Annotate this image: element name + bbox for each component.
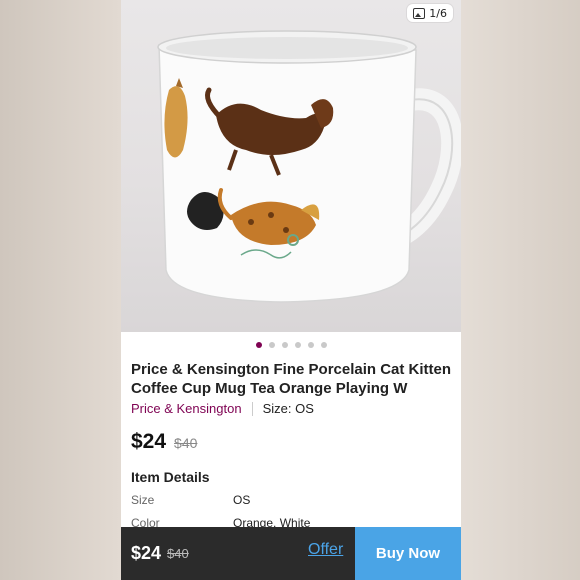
carousel-dot[interactable] — [307, 342, 314, 348]
price-row: $24 $40 — [131, 430, 197, 454]
carousel-dot[interactable] — [320, 342, 327, 348]
original-price: $40 — [174, 435, 198, 451]
carousel-dot[interactable] — [255, 342, 262, 348]
detail-value: OS — [233, 493, 251, 507]
carousel-dot[interactable] — [294, 342, 301, 348]
background-left — [0, 0, 121, 580]
meta-divider — [251, 401, 253, 416]
photo-counter: 1/6 — [407, 4, 453, 22]
carousel-dot[interactable] — [268, 342, 275, 348]
carousel-dot[interactable] — [281, 342, 288, 348]
offer-button[interactable]: Offer — [308, 541, 343, 559]
photo-counter-text: 1/6 — [429, 6, 447, 20]
bottom-action-bar: $24 $40 Offer Buy Now — [121, 527, 461, 580]
mug-illustration — [157, 30, 461, 303]
listing-price: $24 — [131, 430, 167, 453]
listing-meta: Price & Kensington Size: OS — [131, 401, 314, 416]
product-photo[interactable]: 1/6 — [121, 0, 461, 332]
buy-now-button[interactable]: Buy Now — [355, 527, 461, 580]
size-label: Size: OS — [262, 401, 314, 416]
detail-label: Size — [131, 493, 155, 507]
item-details-heading: Item Details — [131, 469, 210, 485]
carousel-dots — [121, 342, 461, 348]
brand-link[interactable]: Price & Kensington — [131, 401, 242, 416]
bar-original-price: $40 — [167, 546, 189, 561]
image-icon — [413, 7, 426, 19]
detail-row-size: Size OS — [131, 493, 250, 507]
listing-screen: 1/6 Price & Kensington Fine Porcelain Ca… — [121, 0, 461, 580]
listing-title: Price & Kensington Fine Porcelain Cat Ki… — [131, 361, 452, 397]
background-right — [461, 0, 580, 580]
bar-price: $24 — [131, 543, 162, 563]
